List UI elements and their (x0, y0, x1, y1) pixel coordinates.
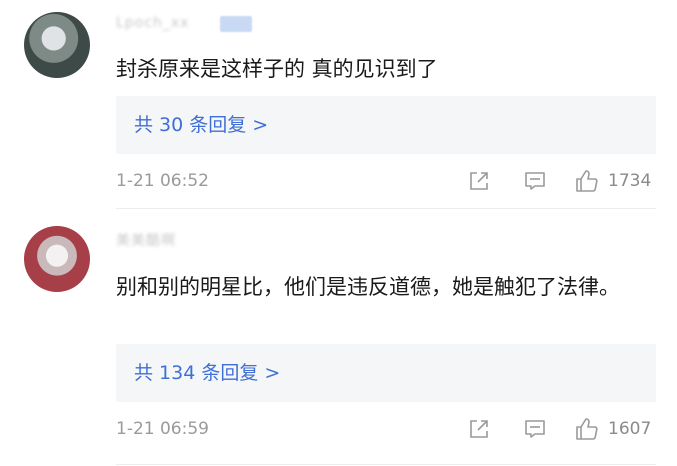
username[interactable]: Lpoch_xx (116, 14, 189, 32)
comment-text: 别和别的明星比，他们是违反道德，她是触犯了法律。 (116, 275, 620, 299)
comment-text: 封杀原来是这样子的 真的见识到了 (116, 57, 438, 81)
avatar[interactable] (24, 226, 90, 292)
comment-item: Lpoch_xx 封杀原来是这样子的 真的见识到了 共 30 条回复 > 1-2… (0, 0, 677, 210)
divider (116, 464, 656, 465)
comment-icon[interactable] (522, 168, 548, 194)
view-replies-button[interactable]: 共 30 条回复 > (116, 96, 656, 154)
comment-item: 美美酷啊 别和别的明星比，他们是违反道德，她是触犯了法律。 共 134 条回复 … (0, 210, 677, 466)
share-icon[interactable] (466, 168, 492, 194)
avatar[interactable] (24, 12, 90, 78)
like-count: 1607 (608, 419, 652, 439)
comment-meta: 1-21 06:59 1607 (116, 414, 656, 444)
comment-meta: 1-21 06:52 1734 (116, 166, 656, 196)
view-replies-button[interactable]: 共 134 条回复 > (116, 344, 656, 402)
thumbs-up-icon[interactable] (574, 168, 600, 194)
like-count: 1734 (608, 171, 652, 191)
share-icon[interactable] (466, 416, 492, 442)
divider (116, 208, 656, 209)
thumbs-up-icon[interactable] (574, 416, 600, 442)
timestamp: 1-21 06:52 (116, 171, 209, 191)
comment-icon[interactable] (522, 416, 548, 442)
username[interactable]: 美美酷啊 (116, 232, 176, 250)
timestamp: 1-21 06:59 (116, 419, 209, 439)
verified-badge-icon (220, 16, 252, 32)
